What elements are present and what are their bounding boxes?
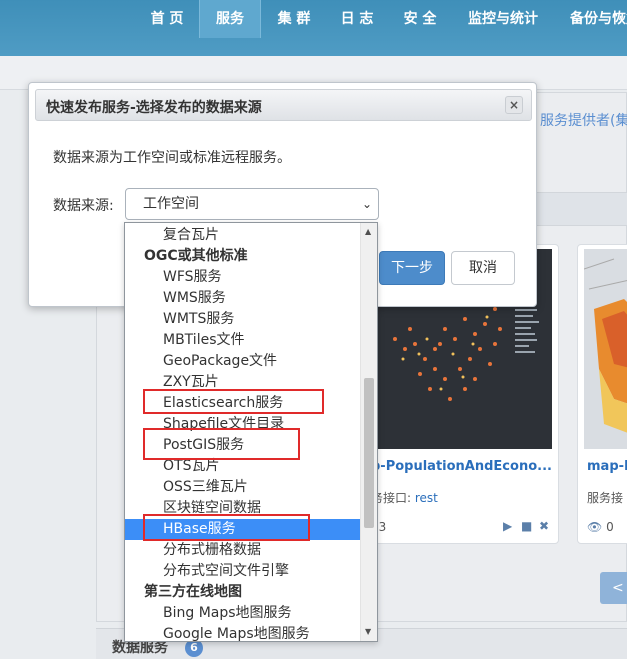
data-source-label: 数据来源: [53,198,114,214]
dropdown-group-third-party: 第三方在线地图 [144,584,242,600]
stop-icon[interactable]: ■ [521,519,532,533]
dialog-header: 快速发布服务-选择发布的数据来源 × [35,89,532,121]
nav-item-home[interactable]: 首 页 [138,0,196,38]
delete-icon[interactable]: ✖ [539,519,549,533]
nav-item-security[interactable]: 安 全 [391,0,449,38]
map-thumbnail[interactable] [584,249,627,449]
close-icon[interactable]: × [505,96,523,114]
highlight-box-postgis [143,428,300,460]
nav-item-backup[interactable]: 备份与恢复 [560,0,627,38]
dropdown-option[interactable]: MBTiles文件 [125,330,361,351]
service-card[interactable]: map-F 服务接 👁 0 [577,244,627,544]
dialog-description: 数据来源为工作空间或标准远程服务。 [53,150,291,166]
scrollbar-thumb[interactable] [364,378,374,528]
dropdown-option[interactable]: GeoPackage文件 [125,351,361,372]
nav-item-services[interactable]: 服务 [199,0,261,38]
card-interface-label: 服务接 [587,491,624,505]
nav-item-logs[interactable]: 日 志 [328,0,386,38]
data-source-selected-value: 工作空间 [143,196,199,212]
nav-item-cluster[interactable]: 集 群 [265,0,323,38]
nav-item-monitoring[interactable]: 监控与统计 [458,0,548,38]
chevron-down-icon: ⌄ [361,197,372,211]
dropdown-option[interactable]: Google Maps地图服务 [125,624,361,641]
dialog-title: 快速发布服务-选择发布的数据来源 [46,100,262,116]
scroll-up-arrow-icon[interactable]: ▲ [365,227,371,236]
dropdown-group-ogc: OGC或其他标准 [144,248,248,264]
dropdown-option[interactable]: 分布式栅格数据 [125,540,361,561]
card-title[interactable]: p-PopulationAndEcono... [371,459,552,474]
pager-prev-button[interactable]: < [600,572,627,604]
dropdown-option[interactable]: OSS三维瓦片 [125,477,361,498]
eye-icon: 👁 [587,520,603,534]
dropdown-scrollbar[interactable]: ▲ ▼ [360,223,377,641]
dropdown-option[interactable]: WMS服务 [125,288,361,309]
card-view-count: 👁 0 [587,520,614,534]
dropdown-option[interactable]: WMTS服务 [125,309,361,330]
scroll-down-arrow-icon[interactable]: ▼ [365,627,371,636]
dropdown-option[interactable]: 分布式空间文件引擎 [125,561,361,582]
next-button[interactable]: 下一步 [379,251,445,285]
highlight-box-hbase [143,514,310,541]
view-count-value: 0 [606,520,614,534]
dropdown-option[interactable]: Bing Maps地图服务 [125,603,361,624]
play-icon[interactable]: ▶ [503,519,512,533]
highlight-box-elasticsearch [143,389,324,414]
card-interface: 务接口: rest [371,489,438,506]
choropleth-map [584,258,627,433]
card-title[interactable]: map-F [587,459,627,474]
provider-filter-label[interactable]: 服务提供者(集 [540,110,627,130]
dropdown-option[interactable]: WFS服务 [125,267,361,288]
top-nav-bar: 首 页 服务 集 群 日 志 安 全 监控与统计 备份与恢复 [0,0,627,56]
panel-header-strip [535,192,627,226]
data-source-select[interactable]: 工作空间 ⌄ [125,188,379,220]
card-interface-link[interactable]: rest [415,491,438,505]
cancel-button[interactable]: 取消 [451,251,515,285]
dropdown-option[interactable]: 复合瓦片 [125,225,361,246]
